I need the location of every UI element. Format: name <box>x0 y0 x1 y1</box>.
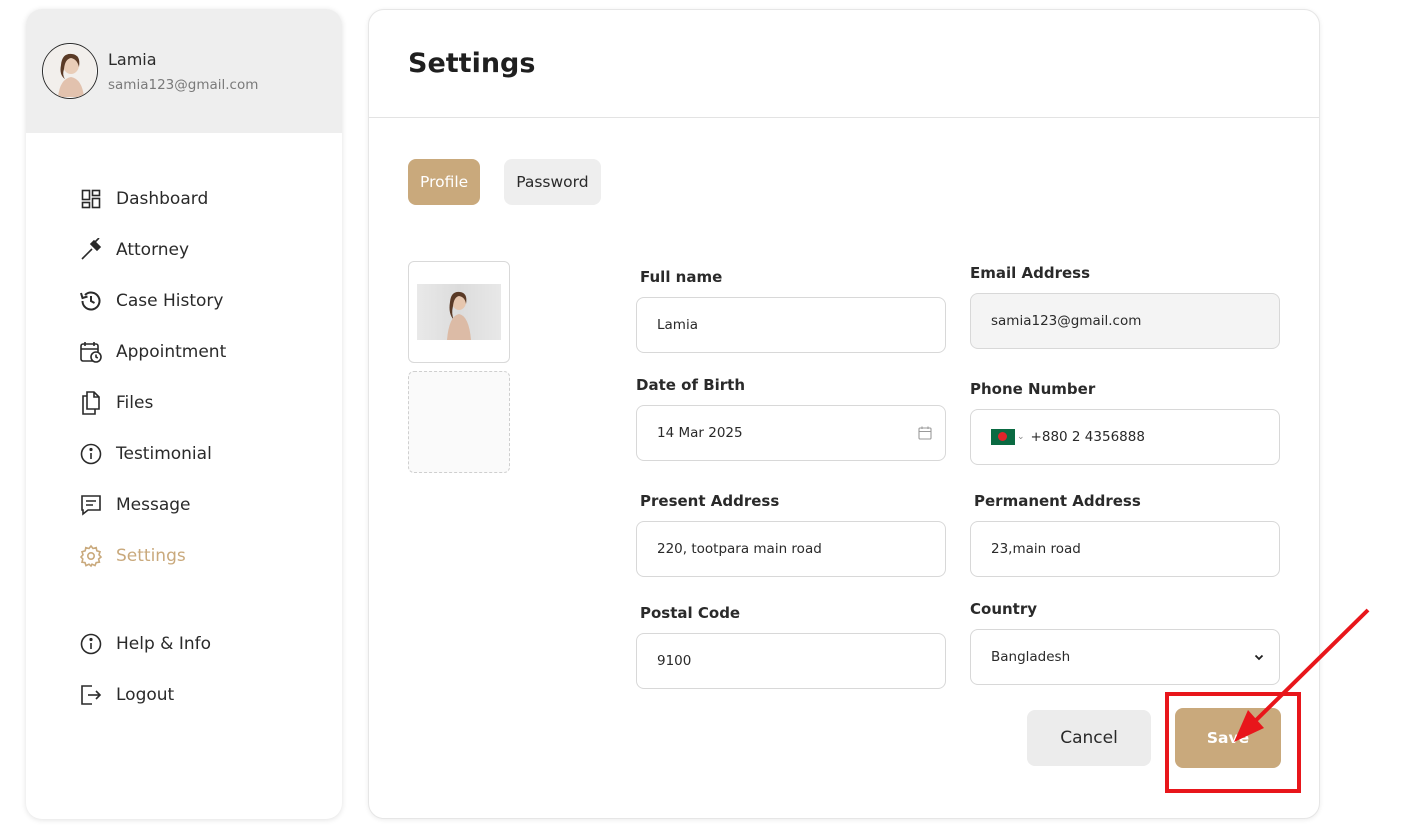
dashboard-icon <box>78 186 104 212</box>
bangladesh-flag-icon[interactable] <box>991 429 1015 445</box>
calendar-icon[interactable] <box>905 426 945 440</box>
sidebar-item-label: Appointment <box>116 341 227 362</box>
sidebar-item-files[interactable]: Files <box>78 377 342 428</box>
sidebar-item-label: Case History <box>116 290 224 311</box>
user-card: Lamia samia123@gmail.com <box>26 9 342 133</box>
tab-password[interactable]: Password <box>504 159 601 205</box>
sidebar-item-label: Files <box>116 392 154 413</box>
country-select[interactable]: Bangladesh <box>970 629 1280 685</box>
sidebar-item-testimonial[interactable]: Testimonial <box>78 428 342 479</box>
present-address-label: Present Address <box>640 492 780 510</box>
info-icon <box>78 441 104 467</box>
phone-value: +880 2 4356888 <box>1030 429 1145 445</box>
sidebar-item-label: Settings <box>116 545 186 566</box>
sidebar-bottom-nav: Help & Info Logout <box>26 618 211 720</box>
settings-panel: Settings Profile Password Full name Lami… <box>368 9 1320 819</box>
country-label: Country <box>970 600 1038 618</box>
page-header: Settings <box>369 10 1319 118</box>
email-input[interactable]: samia123@gmail.com <box>970 293 1280 349</box>
history-icon <box>78 288 104 314</box>
postal-code-value: 9100 <box>657 653 692 669</box>
avatar[interactable] <box>42 43 98 99</box>
present-address-value: 220, tootpara main road <box>657 541 822 557</box>
sidebar-item-label: Help & Info <box>116 633 211 654</box>
message-icon <box>78 492 104 518</box>
sidebar-item-case-history[interactable]: Case History <box>78 275 342 326</box>
sidebar: Lamia samia123@gmail.com Dashboard Attor… <box>26 9 342 819</box>
permanent-address-input[interactable]: 23,main road <box>970 521 1280 577</box>
sidebar-item-label: Dashboard <box>116 188 209 209</box>
email-label: Email Address <box>970 264 1091 282</box>
gavel-icon <box>78 237 104 263</box>
dob-label: Date of Birth <box>636 376 746 394</box>
chevron-down-icon[interactable]: ⌄ <box>1017 432 1025 442</box>
info-icon <box>78 631 104 657</box>
user-name: Lamia <box>108 49 157 69</box>
sidebar-item-appointment[interactable]: Appointment <box>78 326 342 377</box>
page-title: Settings <box>408 48 536 79</box>
sidebar-item-label: Logout <box>116 684 175 705</box>
sidebar-item-logout[interactable]: Logout <box>78 669 211 720</box>
profile-photo <box>417 284 501 340</box>
settings-tabs: Profile Password <box>408 159 601 205</box>
country-value: Bangladesh <box>991 649 1071 665</box>
dob-value: 14 Mar 2025 <box>657 425 743 441</box>
save-button[interactable]: Save <box>1175 708 1281 768</box>
calendar-clock-icon <box>78 339 104 365</box>
user-portrait-icon <box>447 291 471 340</box>
sidebar-nav: Dashboard Attorney Case History Appointm… <box>26 133 342 581</box>
dob-input[interactable]: 14 Mar 2025 <box>636 405 946 461</box>
permanent-address-label: Permanent Address <box>974 492 1141 510</box>
phone-input[interactable]: ⌄ +880 2 4356888 <box>970 409 1280 465</box>
sidebar-item-label: Attorney <box>116 239 190 260</box>
sidebar-item-label: Testimonial <box>116 443 212 464</box>
cancel-button[interactable]: Cancel <box>1027 710 1151 766</box>
photo-upload-slot[interactable] <box>408 371 510 473</box>
tab-profile[interactable]: Profile <box>408 159 481 205</box>
permanent-address-value: 23,main road <box>991 541 1081 557</box>
sidebar-item-label: Message <box>116 494 191 515</box>
gear-icon <box>78 543 104 569</box>
sidebar-item-dashboard[interactable]: Dashboard <box>78 173 342 224</box>
present-address-input[interactable]: 220, tootpara main road <box>636 521 946 577</box>
logout-icon <box>78 682 104 708</box>
full-name-label: Full name <box>640 268 723 286</box>
sidebar-item-message[interactable]: Message <box>78 479 342 530</box>
sidebar-item-help-info[interactable]: Help & Info <box>78 618 211 669</box>
user-portrait-icon <box>44 45 96 97</box>
sidebar-item-attorney[interactable]: Attorney <box>78 224 342 275</box>
phone-label: Phone Number <box>970 380 1096 398</box>
full-name-value: Lamia <box>657 317 698 333</box>
sidebar-item-settings[interactable]: Settings <box>78 530 342 581</box>
postal-code-label: Postal Code <box>640 604 741 622</box>
user-email: samia123@gmail.com <box>108 76 259 93</box>
files-icon <box>78 390 104 416</box>
postal-code-input[interactable]: 9100 <box>636 633 946 689</box>
profile-photo-thumbnail[interactable] <box>408 261 510 363</box>
email-value: samia123@gmail.com <box>991 313 1142 329</box>
chevron-down-icon[interactable] <box>1239 651 1279 663</box>
full-name-input[interactable]: Lamia <box>636 297 946 353</box>
